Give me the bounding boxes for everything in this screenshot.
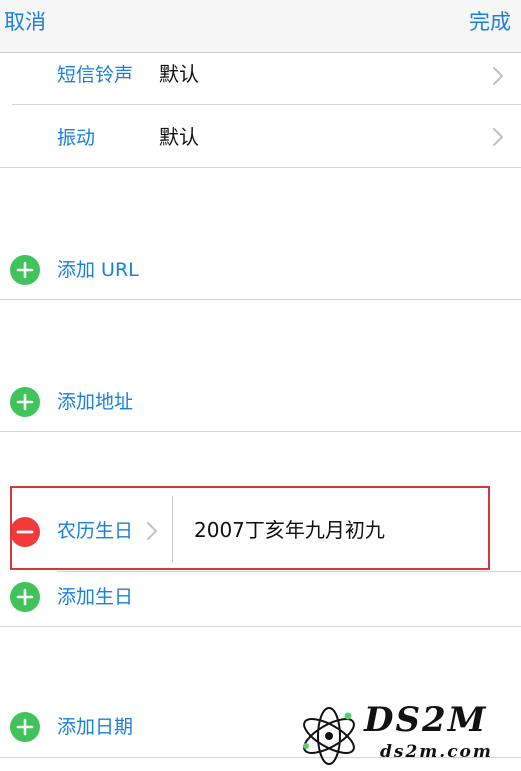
add-date-button[interactable] xyxy=(10,712,40,742)
add-address-button[interactable] xyxy=(10,387,40,417)
add-url-row[interactable]: 添加 URL xyxy=(0,240,521,298)
add-birthday-label: 添加生日 xyxy=(57,586,134,608)
vibration-row[interactable]: 振动 默认 xyxy=(0,105,521,167)
watermark-title: DS2M xyxy=(364,700,488,740)
add-birthday-button[interactable] xyxy=(10,582,40,612)
plus-icon xyxy=(16,588,34,606)
navigation-bar: 取消 完成 xyxy=(0,0,521,53)
plus-icon xyxy=(16,718,34,736)
divider xyxy=(0,167,521,168)
vibration-value: 默认 xyxy=(159,125,199,149)
chevron-right-icon xyxy=(492,66,504,86)
add-url-button[interactable] xyxy=(10,255,40,285)
vibration-label: 振动 xyxy=(57,127,96,149)
chevron-right-icon xyxy=(492,127,504,147)
add-date-label: 添加日期 xyxy=(57,716,134,738)
watermark: DS2M ds2m.com xyxy=(296,700,516,768)
atom-logo-icon xyxy=(303,707,355,765)
add-url-label: 添加 URL xyxy=(57,259,139,281)
add-address-row[interactable]: 添加地址 xyxy=(0,372,521,430)
cancel-button[interactable]: 取消 xyxy=(4,8,46,36)
add-address-label: 添加地址 xyxy=(57,391,134,413)
sms-tone-label: 短信铃声 xyxy=(57,64,134,86)
done-button[interactable]: 完成 xyxy=(469,8,511,36)
watermark-subtitle: ds2m.com xyxy=(380,742,493,762)
divider xyxy=(0,299,521,300)
divider xyxy=(0,626,521,627)
plus-icon xyxy=(16,393,34,411)
divider xyxy=(0,431,521,432)
sms-tone-value: 默认 xyxy=(159,62,199,86)
add-birthday-row[interactable]: 添加生日 xyxy=(0,572,521,626)
plus-icon xyxy=(16,261,34,279)
highlight-box xyxy=(10,486,490,570)
sms-tone-row[interactable]: 短信铃声 默认 xyxy=(0,52,521,104)
